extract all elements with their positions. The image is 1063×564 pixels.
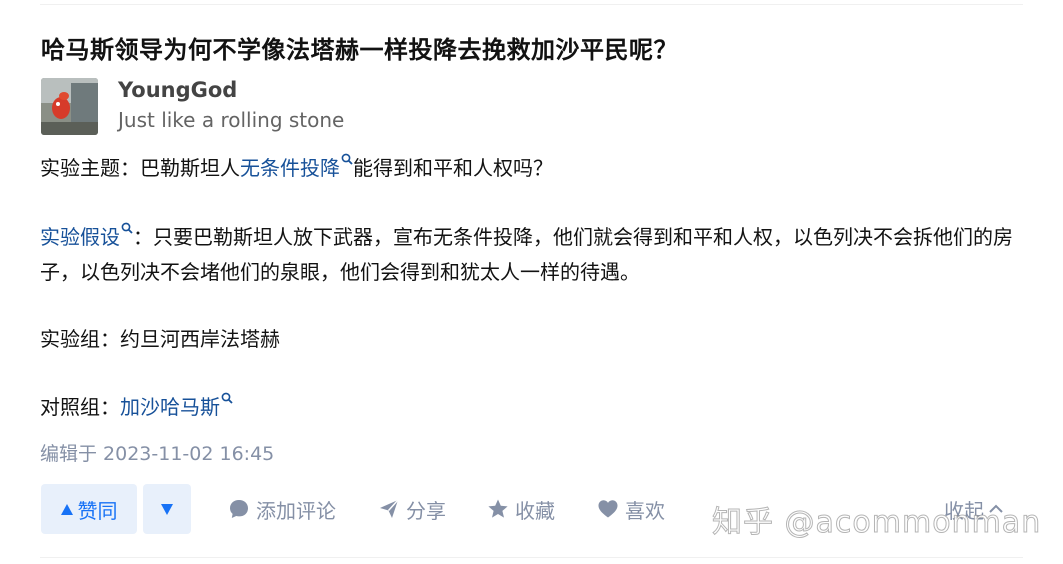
comment-label: 添加评论 (256, 498, 336, 523)
p2-text: ：只要巴勒斯坦人放下武器，宣布无条件投降，他们就会得到和平和人权，以色列决不会拆… (40, 225, 1013, 284)
content-paragraph-3: 实验组：约旦河西岸法塔赫 (40, 322, 1015, 357)
link-hypothesis[interactable]: 实验假设 (40, 225, 120, 249)
triangle-up-icon (60, 503, 73, 515)
p3-text: 实验组：约旦河西岸法塔赫 (40, 327, 280, 351)
search-icon (341, 153, 353, 165)
favorite-button[interactable]: 收藏 (487, 496, 555, 523)
p1-text-after: 能得到和平和人权吗？ (353, 156, 553, 180)
content-paragraph-4: 对照组：加沙哈马斯 (40, 390, 1015, 425)
share-icon (380, 499, 399, 518)
comment-icon (230, 500, 248, 518)
author-name[interactable]: YoungGod (118, 78, 237, 102)
search-icon (121, 222, 133, 234)
triangle-down-icon (161, 503, 173, 515)
link-unconditional-surrender[interactable]: 无条件投降 (240, 156, 340, 180)
content-paragraph-2: 实验假设 ：只要巴勒斯坦人放下武器，宣布无条件投降，他们就会得到和平和人权，以色列… (40, 220, 1015, 290)
share-button[interactable]: 分享 (378, 496, 446, 523)
watermark: 知乎 @acommonman (711, 505, 1042, 541)
like-label: 喜欢 (625, 498, 665, 523)
p1-text-before: 巴勒斯坦人 (140, 156, 240, 180)
content-paragraph-1: 实验主题：巴勒斯坦人无条件投降 能得到和平和人权吗？ (40, 151, 1015, 186)
author-bio: Just like a rolling stone (118, 108, 345, 132)
question-title[interactable]: 哈马斯领导为何不学像法塔赫一样投降去挽救加沙平民呢？ (41, 30, 678, 65)
like-button[interactable]: 喜欢 (597, 496, 665, 523)
heart-icon (598, 500, 618, 518)
share-label: 分享 (406, 498, 446, 523)
p4-label: 对照组： (40, 395, 120, 419)
vote-down-button[interactable] (143, 484, 191, 534)
vote-up-label: 赞同 (77, 498, 118, 523)
answer-card: 哈马斯领导为何不学像法塔赫一样投降去挽救加沙平民呢？ YoungGod Just… (0, 0, 1063, 564)
p1-label: 实验主题： (40, 156, 140, 180)
comment-button[interactable]: 添加评论 (228, 496, 336, 523)
divider (40, 4, 1023, 5)
search-icon (221, 392, 233, 404)
avatar[interactable] (41, 78, 98, 135)
star-icon (488, 499, 508, 518)
vote-up-button[interactable]: 赞同 (41, 484, 137, 534)
divider (40, 557, 1023, 558)
link-gaza-hamas[interactable]: 加沙哈马斯 (120, 395, 220, 419)
favorite-label: 收藏 (515, 498, 555, 523)
edit-time[interactable]: 编辑于 2023-11-02 16:45 (40, 439, 274, 466)
